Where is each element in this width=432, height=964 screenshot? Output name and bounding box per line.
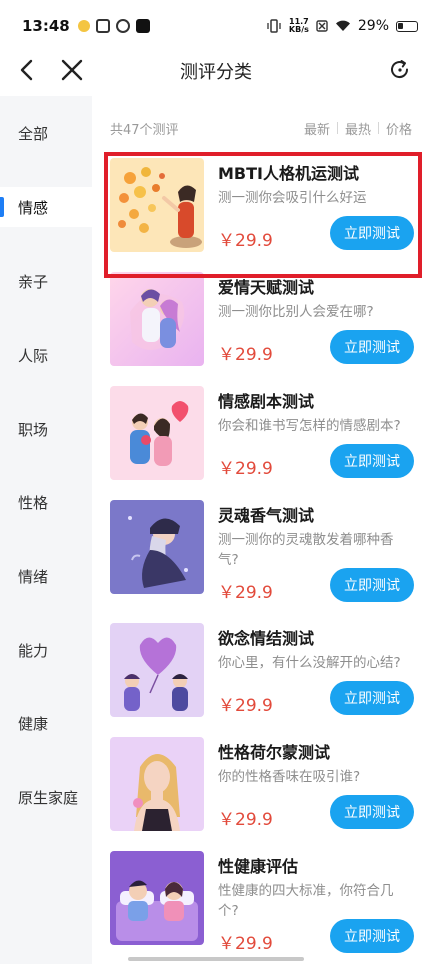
highlight-box — [104, 152, 422, 278]
status-bar: 13:48 11.7 KB/s 29% — [0, 0, 432, 52]
sidebar-item-label: 职场 — [18, 420, 49, 439]
home-indicator — [128, 957, 304, 961]
list-item[interactable]: 欲念情结测试 你心里，有什么没解开的心结? ￥29.9 立即测试 — [110, 623, 422, 717]
test-title: 欲念情结测试 — [218, 629, 315, 648]
test-title: 情感剧本测试 — [218, 392, 315, 411]
desire-knot-illustration — [110, 623, 204, 717]
test-title: 性格荷尔蒙测试 — [218, 743, 331, 762]
link-icon — [115, 19, 130, 33]
sidebar-item-label: 情绪 — [18, 567, 49, 586]
sidebar-item-ability[interactable]: 能力 — [0, 630, 92, 670]
test-thumbnail[interactable] — [110, 272, 204, 366]
list-item[interactable]: 情感剧本测试 你会和谁书写怎样的情感剧本? ￥29.9 立即测试 — [110, 386, 422, 480]
sexual-health-illustration — [110, 851, 204, 945]
notification-icons — [77, 19, 150, 33]
start-test-button[interactable]: 立即测试 — [330, 568, 414, 602]
love-talent-illustration — [110, 272, 204, 366]
sidebar-item-health[interactable]: 健康 — [0, 703, 92, 743]
sidebar-item-label: 全部 — [18, 124, 49, 143]
hormone-illustration — [110, 737, 204, 831]
sidebar-item-social[interactable]: 人际 — [0, 335, 92, 375]
test-description: 测一测你比别人会爱在哪? — [218, 304, 374, 320]
test-count: 共47个测评 — [110, 122, 179, 138]
test-description: 性健康的四大标准，你符合几个? — [218, 883, 394, 919]
sidebar-item-label: 人际 — [18, 346, 49, 365]
speed-unit: KB/s — [288, 25, 309, 34]
test-price: ￥29.9 — [218, 810, 273, 830]
status-right: 11.7 KB/s 29% — [266, 18, 418, 34]
sidebar-item-label: 性格 — [18, 493, 49, 512]
start-test-button[interactable]: 立即测试 — [330, 330, 414, 364]
test-title: 性健康评估 — [218, 857, 299, 876]
sim-off-icon — [316, 20, 328, 32]
sort-price[interactable]: 价格 — [379, 119, 412, 138]
sidebar-item-workplace[interactable]: 职场 — [0, 409, 92, 449]
list-item[interactable]: 性格荷尔蒙测试 你的性格香味在吸引谁? ￥29.9 立即测试 — [110, 737, 422, 831]
test-description: 你心里，有什么没解开的心结? — [218, 655, 401, 671]
test-description: 你会和谁书写怎样的情感剧本? — [218, 418, 401, 434]
vibrate-icon — [267, 19, 281, 33]
love-script-illustration — [110, 386, 204, 480]
sort-options: 最新 最热 价格 — [297, 119, 412, 138]
test-thumbnail[interactable] — [110, 737, 204, 831]
sidebar-item-emotion[interactable]: 情感 — [0, 187, 92, 227]
start-test-button[interactable]: 立即测试 — [330, 444, 414, 478]
app-notification-icon — [95, 19, 110, 33]
sidebar-item-label: 亲子 — [18, 272, 49, 291]
sidebar-item-label: 原生家庭 — [18, 788, 79, 807]
list-item[interactable]: 灵魂香气测试 测一测你的灵魂散发着哪种香气? ￥29.9 立即测试 — [110, 500, 422, 603]
test-price: ￥29.9 — [218, 459, 273, 479]
start-test-button[interactable]: 立即测试 — [330, 681, 414, 715]
status-time: 13:48 — [22, 17, 70, 35]
sidebar-item-mood[interactable]: 情绪 — [0, 556, 92, 596]
nav-bar: 测评分类 — [0, 48, 432, 94]
battery-icon — [396, 20, 418, 32]
test-price: ￥29.9 — [218, 583, 273, 603]
list-header: 共47个测评 最新 最热 价格 — [110, 118, 412, 138]
test-price: ￥29.9 — [218, 934, 273, 954]
sort-newest[interactable]: 最新 — [297, 119, 337, 138]
sidebar-item-label: 能力 — [18, 641, 49, 660]
refresh-icon[interactable] — [388, 58, 412, 82]
test-thumbnail[interactable] — [110, 500, 204, 594]
battery-percent: 29% — [357, 18, 389, 34]
sidebar-item-all[interactable]: 全部 — [0, 113, 92, 153]
test-price: ￥29.9 — [218, 696, 273, 716]
sort-hottest[interactable]: 最热 — [338, 119, 378, 138]
sidebar-item-label: 健康 — [18, 714, 49, 733]
weather-icon — [77, 20, 90, 32]
test-thumbnail[interactable] — [110, 386, 204, 480]
active-indicator — [0, 197, 4, 217]
test-description: 你的性格香味在吸引谁? — [218, 769, 361, 785]
sidebar-item-family[interactable]: 原生家庭 — [0, 777, 92, 817]
wifi-icon — [335, 20, 350, 31]
soul-scent-illustration — [110, 500, 204, 594]
test-thumbnail[interactable] — [110, 623, 204, 717]
list-item[interactable]: 爱情天赋测试 测一测你比别人会爱在哪? ￥29.9 立即测试 — [110, 272, 422, 366]
sidebar-item-personality[interactable]: 性格 — [0, 482, 92, 522]
test-description: 测一测你的灵魂散发着哪种香气? — [218, 532, 394, 568]
tiktok-icon — [135, 19, 150, 33]
page-title: 测评分类 — [180, 62, 252, 83]
sidebar-item-parenting[interactable]: 亲子 — [0, 261, 92, 301]
list-item[interactable]: 性健康评估 性健康的四大标准，你符合几个? ￥29.9 立即测试 — [110, 851, 422, 954]
test-price: ￥29.9 — [218, 345, 273, 365]
start-test-button[interactable]: 立即测试 — [330, 919, 414, 953]
network-speed: 11.7 KB/s — [289, 18, 309, 34]
sidebar-item-label: 情感 — [18, 198, 49, 217]
test-thumbnail[interactable] — [110, 851, 204, 945]
test-title: 灵魂香气测试 — [218, 506, 315, 525]
category-sidebar: 全部 情感 亲子 人际 职场 性格 情绪 能力 健康 原生家庭 — [0, 96, 92, 964]
start-test-button[interactable]: 立即测试 — [330, 795, 414, 829]
